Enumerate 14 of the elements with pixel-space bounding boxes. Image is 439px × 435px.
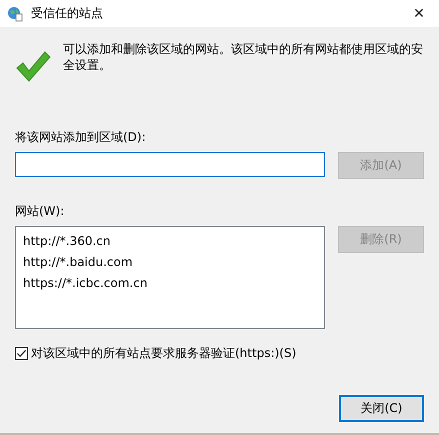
checkbox-label: 对该区域中的所有站点要求服务器验证(https:)(S) <box>31 345 296 362</box>
add-label: 将该网站添加到区域(D): <box>15 129 147 145</box>
site-item[interactable]: http://*.360.cn <box>23 231 324 252</box>
site-item[interactable]: https://*.icbc.com.cn <box>23 273 324 294</box>
close-button[interactable]: 关闭(C) <box>339 395 424 422</box>
window-title: 受信任的站点 <box>31 5 104 22</box>
sites-list[interactable]: http://*.360.cn http://*.baidu.com https://*.icbc.com.cn <box>15 226 325 329</box>
sites-label: 网站(W): <box>15 203 66 219</box>
info-text: 可以添加和删除该区域的网站。该区域中的所有网站都使用区域的安全设置。 <box>62 41 424 74</box>
checkmark-icon <box>15 50 51 82</box>
globe-icon <box>7 6 23 22</box>
checkbox[interactable] <box>15 347 28 360</box>
site-input-field[interactable] <box>15 152 325 177</box>
site-item[interactable]: http://*.baidu.com <box>23 252 324 273</box>
